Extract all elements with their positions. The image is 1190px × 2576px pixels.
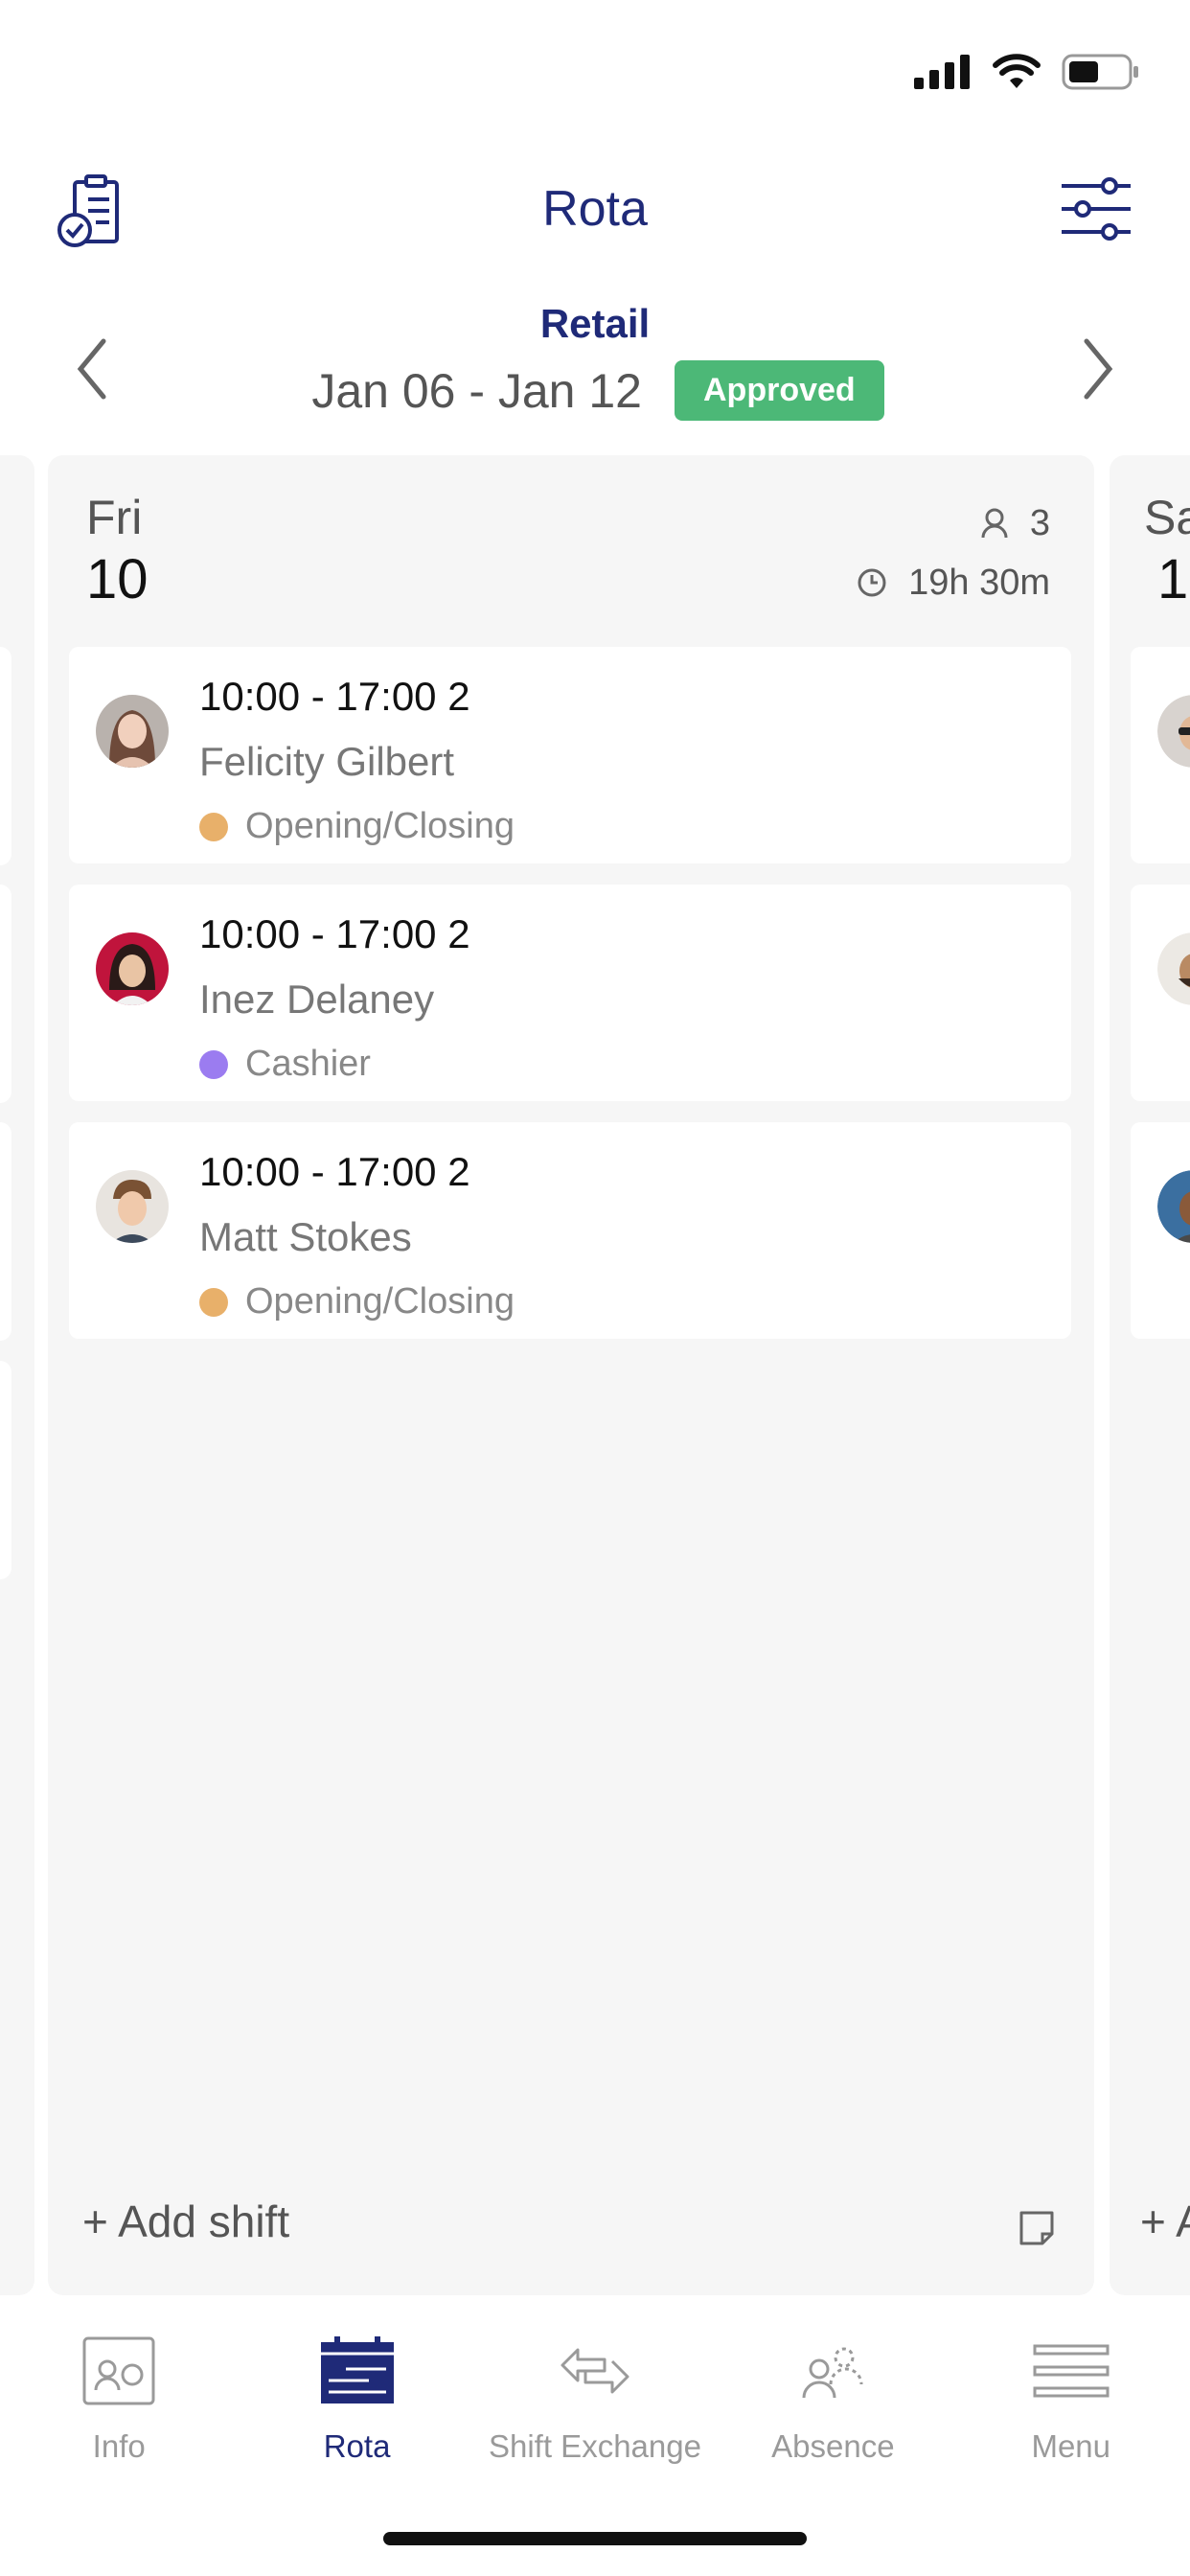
shift-role: Opening/Closing	[199, 806, 515, 847]
filter-sliders-icon[interactable]	[1060, 176, 1133, 242]
tab-bar: Info Rota Shift Exchange Absence Menu	[0, 2300, 1190, 2472]
next-day-shift-card[interactable]	[1131, 1122, 1190, 1339]
previous-day-shift-card[interactable]	[0, 1361, 11, 1579]
tab-label: Info	[92, 2428, 146, 2464]
previous-day-shift-card[interactable]	[0, 647, 11, 865]
rota-screen: { "header": { "title": "Rota" }, "week":…	[0, 0, 1190, 2576]
clock-icon	[858, 568, 886, 597]
shift-card[interactable]: 10:00 - 17:00 2 Matt Stokes Opening/Clos…	[69, 1122, 1071, 1339]
next-day-number: 1	[1157, 548, 1189, 610]
add-shift-button[interactable]: + Add shift	[82, 2196, 289, 2247]
contact-card-icon	[82, 2336, 155, 2405]
note-icon[interactable]	[1018, 2209, 1056, 2247]
next-day-column[interactable]: Sa 1 + A	[1110, 455, 1190, 2295]
role-label: Cashier	[245, 1044, 371, 1084]
day-name: Fri	[86, 491, 143, 544]
wifi-icon	[993, 54, 1041, 88]
previous-day-shift-card[interactable]	[0, 885, 11, 1103]
next-week-icon[interactable]	[1079, 335, 1117, 402]
avatar	[96, 1170, 169, 1243]
employee-name: Matt Stokes	[199, 1214, 412, 1259]
page-title: Rota	[542, 181, 648, 237]
tab-menu[interactable]: Menu	[952, 2300, 1190, 2472]
role-label: Opening/Closing	[245, 806, 515, 846]
absence-people-icon	[802, 2347, 863, 2399]
shift-time: 10:00 - 17:00 2	[199, 1149, 470, 1194]
location-name: Retail	[539, 301, 651, 346]
role-color-dot	[199, 812, 228, 841]
rota-icon	[320, 2336, 394, 2404]
home-indicator[interactable]	[383, 2532, 807, 2545]
shift-role: Opening/Closing	[199, 1281, 515, 1322]
tab-label: Menu	[1031, 2428, 1111, 2464]
exchange-arrows-icon	[561, 2348, 629, 2394]
signal-icon	[914, 55, 970, 89]
next-day-shift-card[interactable]	[1131, 647, 1190, 863]
shift-role: Cashier	[199, 1044, 371, 1085]
previous-day-shift-card[interactable]	[0, 1122, 11, 1341]
tab-label: Absence	[771, 2428, 895, 2464]
tab-shift-exchange[interactable]: Shift Exchange	[476, 2300, 714, 2472]
battery-icon	[1062, 54, 1138, 90]
employee-name: Inez Delaney	[199, 977, 435, 1022]
shift-card[interactable]: 10:00 - 17:00 2 Inez Delaney Cashier	[69, 885, 1071, 1101]
role-label: Opening/Closing	[245, 1281, 515, 1322]
shift-card[interactable]: 10:00 - 17:00 2 Felicity Gilbert Opening…	[69, 647, 1071, 863]
avatar	[96, 932, 169, 1005]
role-color-dot	[199, 1049, 228, 1079]
avatar	[1157, 932, 1190, 1005]
status-badge: Approved	[675, 360, 884, 421]
staff-count: 3	[1029, 502, 1050, 543]
tab-label: Shift Exchange	[488, 2428, 701, 2464]
tab-info[interactable]: Info	[0, 2300, 238, 2472]
total-hours: 19h 30m	[908, 562, 1050, 603]
shift-time: 10:00 - 17:00 2	[199, 911, 470, 956]
tab-rota[interactable]: Rota	[238, 2300, 475, 2472]
app-header: Rota	[0, 163, 1190, 259]
day-stats: 3 19h 30m	[857, 494, 1050, 612]
next-day-shift-card[interactable]	[1131, 885, 1190, 1101]
avatar	[1157, 695, 1190, 768]
week-range: Jan 06 - Jan 12	[311, 363, 642, 418]
tab-absence[interactable]: Absence	[714, 2300, 951, 2472]
next-day-name: Sa	[1144, 491, 1190, 544]
week-selector: Retail Jan 06 - Jan 12 Approved	[0, 297, 1190, 431]
avatar	[1157, 1170, 1190, 1243]
person-icon	[981, 508, 1008, 539]
shift-time: 10:00 - 17:00 2	[199, 674, 470, 719]
day-column: Fri 10 3 19h 30m 10:00 - 17:00 2 Felicit…	[48, 455, 1094, 2295]
avatar	[96, 695, 169, 768]
tab-label: Rota	[323, 2428, 391, 2464]
menu-lines-icon	[1033, 2344, 1110, 2398]
day-number: 10	[86, 548, 149, 610]
employee-name: Felicity Gilbert	[199, 739, 455, 784]
status-bar	[0, 0, 1190, 144]
next-day-add-shift[interactable]: + A	[1140, 2196, 1190, 2247]
role-color-dot	[199, 1287, 228, 1317]
